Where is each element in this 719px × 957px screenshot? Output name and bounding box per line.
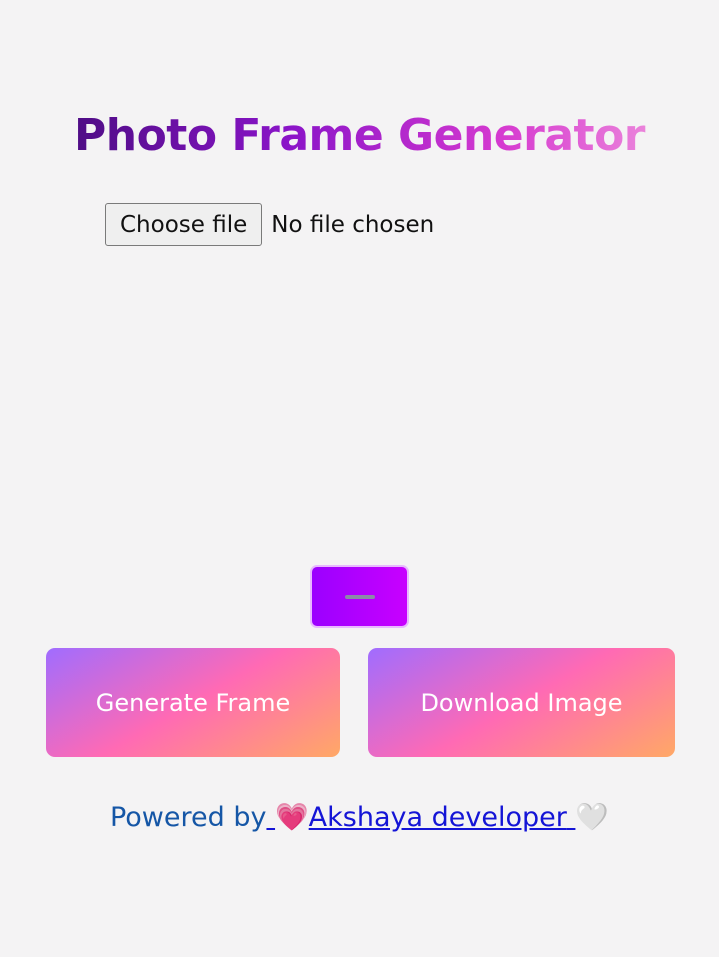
frame-toggle-button[interactable] <box>310 565 409 628</box>
pink-heart-icon: 💗 <box>275 802 309 833</box>
developer-link[interactable]: 💗Akshaya developer 🤍 <box>266 802 609 833</box>
white-heart-icon: 🤍 <box>575 802 610 833</box>
page-title: Photo Frame Generator <box>0 108 719 164</box>
file-input[interactable]: Choose file No file chosen <box>105 203 434 246</box>
choose-file-button[interactable]: Choose file <box>105 203 263 246</box>
generate-frame-button[interactable]: Generate Frame <box>46 648 340 757</box>
developer-link-text: Akshaya developer <box>308 802 567 833</box>
footer: Powered by 💗Akshaya developer 🤍 <box>0 798 719 838</box>
file-status-text: No file chosen <box>271 211 435 238</box>
minus-icon <box>344 594 375 599</box>
footer-prefix: Powered by <box>109 802 267 833</box>
page: Photo Frame Generator Choose file No fil… <box>0 0 719 957</box>
download-image-button[interactable]: Download Image <box>368 648 675 757</box>
